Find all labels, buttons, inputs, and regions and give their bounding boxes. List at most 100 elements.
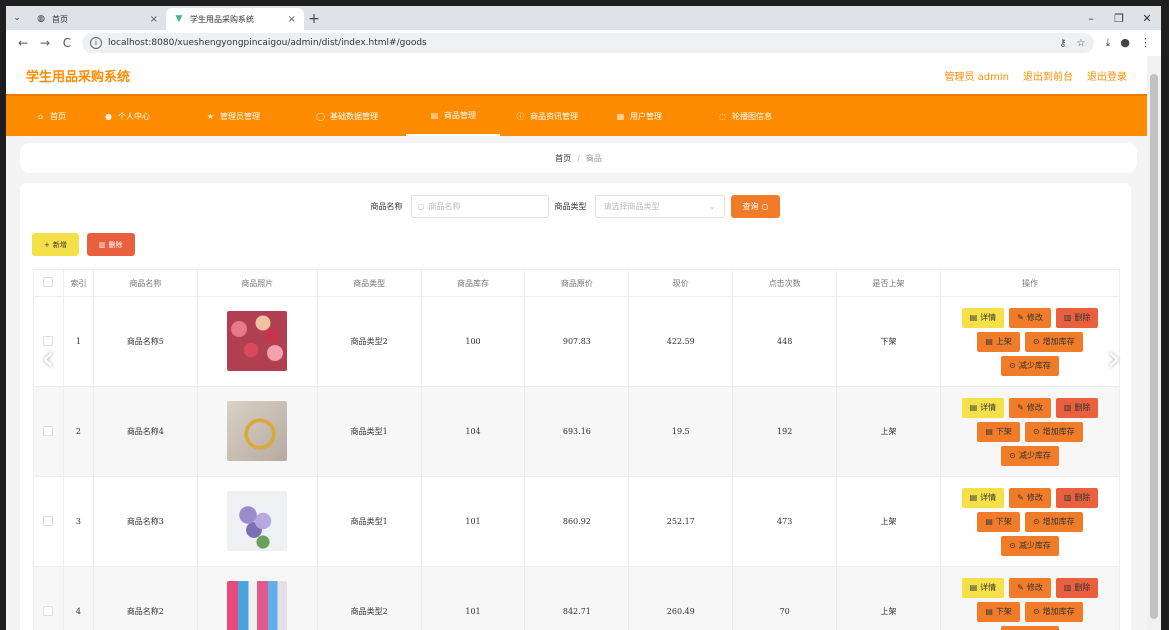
menu-label: 个人中心: [118, 111, 150, 121]
bookmark-star-icon[interactable]: ☆: [1077, 38, 1086, 49]
menu-item-home[interactable]: ⌂ 首页: [20, 96, 82, 136]
menu-item-goods[interactable]: ▤ 商品管理: [406, 96, 500, 136]
reduce-stock-button[interactable]: ⊙减少库存: [1001, 355, 1059, 376]
reduce-stock-button[interactable]: ⊙减少库存: [1001, 445, 1059, 466]
select-cell: [33, 476, 64, 567]
shelf-toggle-button[interactable]: ▤ 下架: [977, 421, 1020, 442]
new-tab-button[interactable]: +: [304, 9, 324, 29]
shelf-toggle-button[interactable]: ▤ 上架: [977, 331, 1020, 352]
delete-label: 删除: [1074, 493, 1091, 502]
type-placeholder: 请选择商品类型: [603, 202, 660, 211]
menu-item-users[interactable]: ▦ 用户管理: [594, 96, 678, 136]
menu-item-profile[interactable]: ● 个人中心: [82, 96, 166, 136]
reload-icon[interactable]: C: [56, 36, 78, 50]
column-header: 是否上架: [836, 269, 941, 297]
download-icon[interactable]: ⤓: [1106, 36, 1111, 50]
edit-label: 修改: [1026, 583, 1043, 592]
close-window-icon[interactable]: ✕: [1133, 6, 1161, 30]
url-text: localhost:8080/xueshengyongpincaigou/adm…: [108, 38, 427, 48]
photo-cell: [196, 566, 318, 630]
price-cell: 19.5: [628, 386, 734, 477]
tab-search-icon[interactable]: ⌄: [6, 8, 28, 28]
goods-photo[interactable]: [227, 490, 288, 551]
pin-icon: ⊙: [1009, 541, 1016, 550]
clicks-cell: 192: [732, 386, 838, 477]
add-stock-button[interactable]: ⊙ 增加库存: [1024, 331, 1083, 352]
url-field[interactable]: i localhost:8080/xueshengyongpincaigou/a…: [82, 33, 1094, 53]
index-cell: 2: [62, 386, 94, 477]
ops-cell: ▤详情 ✎修改 ▥删除 ▤下架 ⊙增加库存 ⊙减少库存: [939, 566, 1121, 630]
plus-icon: +: [44, 240, 50, 249]
name-search-input[interactable]: ○ 商品名称: [410, 195, 549, 218]
tab-home[interactable]: ◍ 首页 ×: [28, 8, 166, 30]
reduce-stock-button[interactable]: ⊙减少库存: [1001, 625, 1059, 630]
menu-item-basic-data[interactable]: ◯ 基础数据管理: [276, 96, 394, 136]
row-checkbox[interactable]: [43, 515, 54, 526]
clicks-cell: 473: [732, 476, 838, 567]
add-stock-button[interactable]: ⊙ 增加库存: [1024, 601, 1083, 622]
minimize-icon[interactable]: –: [1077, 6, 1105, 30]
detail-button[interactable]: ▤ 详情: [961, 397, 1005, 418]
edit-button[interactable]: ✎ 修改: [1009, 487, 1051, 508]
reduce-stock-label: 减少库存: [1018, 541, 1051, 550]
edit-button[interactable]: ✎ 修改: [1009, 397, 1051, 418]
delete-button[interactable]: ▥ 删除: [1055, 397, 1099, 418]
row-checkbox[interactable]: [43, 425, 54, 436]
breadcrumb-home[interactable]: 首页: [555, 153, 571, 164]
pencil-icon: ✎: [1017, 313, 1024, 322]
scrollbar-thumb[interactable]: [1150, 74, 1158, 619]
detail-button[interactable]: ▤ 详情: [961, 307, 1005, 328]
delete-button[interactable]: ▥ 删除: [1055, 487, 1099, 508]
close-icon[interactable]: ×: [288, 14, 296, 25]
tab-system[interactable]: ▼ 学生用品采购系统 ×: [166, 8, 304, 30]
reduce-stock-button[interactable]: ⊙减少库存: [1001, 535, 1059, 556]
back-icon[interactable]: ←: [12, 36, 34, 50]
delete-button[interactable]: ▥ 删除: [1055, 577, 1099, 598]
front-link[interactable]: 退出到前台: [1023, 68, 1073, 83]
add-stock-label: 增加库存: [1042, 607, 1075, 616]
shelf-toggle-button[interactable]: ▤ 下架: [977, 601, 1020, 622]
table-row: 3 商品名称3 商品类型1 101 860.92 252.17 473 上架 ▤: [33, 476, 1121, 567]
shelf-toggle-button[interactable]: ▤ 下架: [977, 511, 1020, 532]
menu-item-admin[interactable]: ★ 管理员管理: [166, 96, 276, 136]
carousel-prev-icon[interactable]: ‹: [36, 336, 60, 380]
grid-icon: ▤: [430, 110, 439, 120]
carousel-next-icon[interactable]: ›: [1102, 336, 1126, 380]
menu-kebab-icon[interactable]: ⋮: [1140, 36, 1151, 50]
add-stock-button[interactable]: ⊙ 增加库存: [1024, 511, 1083, 532]
close-icon[interactable]: ×: [150, 14, 158, 25]
restore-icon[interactable]: ❐: [1105, 6, 1133, 30]
edit-button[interactable]: ✎ 修改: [1009, 307, 1051, 328]
add-stock-button[interactable]: ⊙ 增加库存: [1024, 421, 1083, 442]
password-key-icon[interactable]: ⚷: [1059, 38, 1066, 49]
select-all-checkbox[interactable]: [43, 277, 54, 287]
profile-icon[interactable]: ●: [1120, 36, 1130, 50]
clicks-cell: 448: [732, 296, 838, 387]
table-header-row: 索引 商品名称 商品照片 商品类型 商品库存 商品原价 现价 点击次数 是否上架…: [33, 269, 1121, 297]
logout-link[interactable]: 退出登录: [1087, 68, 1127, 83]
site-info-icon[interactable]: i: [90, 37, 102, 49]
type-cell: 商品类型1: [316, 476, 422, 567]
batch-delete-button[interactable]: ▥ 删除: [86, 233, 135, 256]
app-title: 学生用品采购系统: [26, 69, 131, 85]
row-checkbox[interactable]: [43, 605, 54, 616]
detail-button[interactable]: ▤ 详情: [961, 487, 1005, 508]
add-button[interactable]: + 新增: [32, 233, 79, 256]
menu-item-carousel[interactable]: ◌ 轮播图信息: [678, 96, 788, 136]
address-bar: ← → C i localhost:8080/xueshengyongpinca…: [6, 30, 1161, 56]
detail-button[interactable]: ▤ 详情: [961, 577, 1005, 598]
goods-photo[interactable]: [227, 310, 288, 371]
goods-photo[interactable]: [227, 580, 288, 630]
query-button[interactable]: 查询 ○: [730, 195, 781, 218]
pin-icon: ⊙: [1032, 517, 1040, 526]
delete-button[interactable]: ▥ 删除: [1055, 307, 1099, 328]
type-select[interactable]: 请选择商品类型 ⌄: [594, 195, 725, 218]
page-scrollbar[interactable]: [1147, 56, 1161, 630]
action-buttons: + 新增 ▥ 删除: [32, 233, 135, 256]
goods-photo[interactable]: [227, 400, 288, 461]
forward-icon[interactable]: →: [34, 36, 56, 50]
menu-item-news[interactable]: ⓘ 商品资讯管理: [500, 96, 594, 136]
edit-button[interactable]: ✎ 修改: [1009, 577, 1051, 598]
name-cell: 商品名称2: [92, 566, 198, 630]
breadcrumb-current: 商品: [585, 153, 602, 163]
